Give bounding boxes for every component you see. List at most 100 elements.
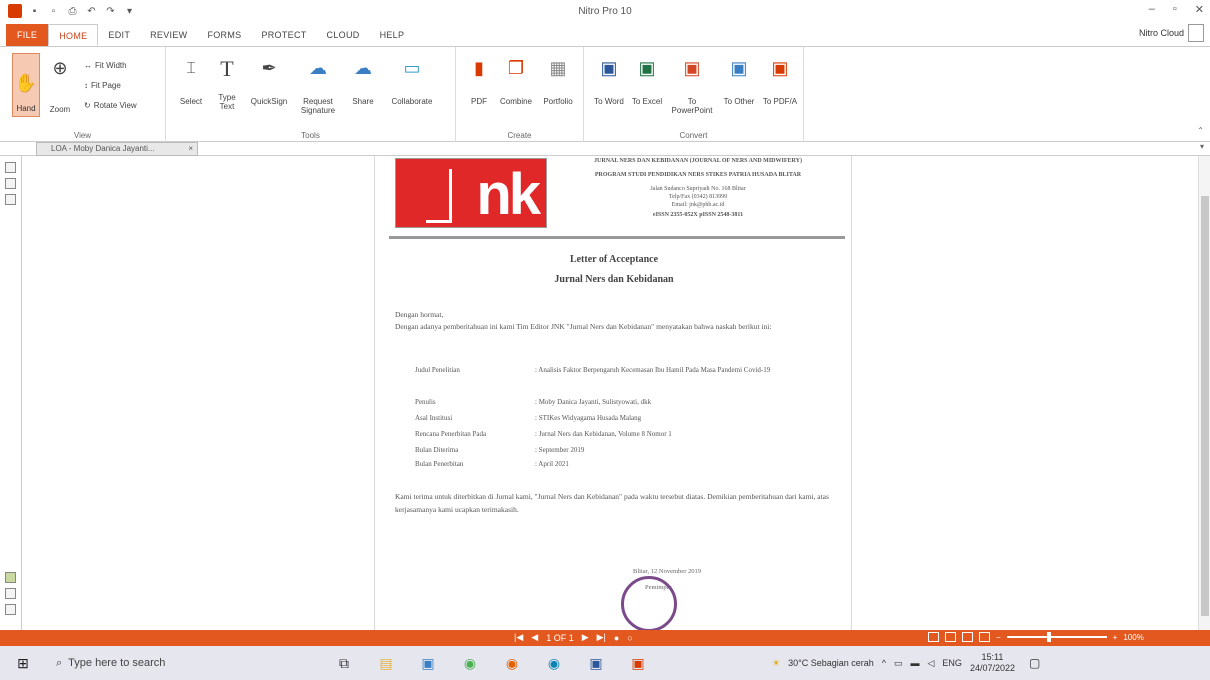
tab-edit[interactable]: EDIT	[98, 24, 140, 46]
tab-menu-icon[interactable]: ▾	[1200, 142, 1204, 151]
tab-cloud[interactable]: CLOUD	[317, 24, 370, 46]
scrollbar-thumb[interactable]	[1201, 196, 1209, 616]
ribbon: ✋ Hand ⊕ Zoom ↔ Fit Width ↕ Fit Page ↻ Rota…	[0, 46, 1210, 143]
weather-icon[interactable]: ☀	[772, 658, 780, 669]
prev-page-icon[interactable]: ◀	[531, 632, 538, 643]
header-rule	[389, 236, 845, 239]
hand-icon: ✋	[14, 73, 38, 93]
clock[interactable]: 15:11 24/07/2022	[970, 652, 1015, 674]
zoom-in-icon[interactable]: +	[1113, 633, 1118, 642]
journal-title: Jurnal Ners dan Kebidanan	[554, 274, 674, 285]
attachments-panel-icon[interactable]	[5, 194, 16, 205]
file-explorer-icon[interactable]: ▤	[372, 649, 400, 677]
firefox-icon[interactable]: ◉	[498, 649, 526, 677]
type-text-button[interactable]: T Type Text	[212, 55, 242, 111]
tab-help[interactable]: HELP	[370, 24, 415, 46]
battery-icon[interactable]: ▬	[911, 658, 920, 668]
store-icon[interactable]: ▣	[414, 649, 442, 677]
other-format-icon: ▣	[730, 57, 748, 78]
combine-button[interactable]: ❐ Combine	[498, 55, 534, 107]
continuous-view-icon[interactable]	[945, 632, 956, 642]
search-box[interactable]: ⌕ Type here to search	[48, 649, 288, 677]
chrome-icon[interactable]: ◉	[456, 649, 484, 677]
print-icon[interactable]: ⎙	[66, 5, 79, 18]
start-button[interactable]: ⊞	[8, 646, 38, 680]
collapse-ribbon-icon[interactable]: ⌃	[1197, 126, 1204, 135]
tab-protect[interactable]: PROTECT	[251, 24, 316, 46]
header-line: PROGRAM STUDI PENDIDIKAN NERS STIKES PAT…	[594, 172, 802, 178]
facing-view-icon[interactable]	[962, 632, 973, 642]
windows-icon: ⊞	[17, 654, 29, 671]
undo-icon[interactable]: ↶	[85, 5, 98, 18]
zoom-controls: − + 100%	[928, 632, 1144, 642]
select-button[interactable]: ⌶ Select	[176, 55, 206, 106]
vertical-scrollbar[interactable]	[1198, 156, 1210, 630]
avatar[interactable]	[1188, 24, 1204, 42]
header-line: Jalan Sudanco Supriyadi No. 168 Blitar	[650, 186, 746, 192]
close-icon[interactable]: ✕	[1195, 3, 1204, 16]
to-pdfa-button[interactable]: ▣ To PDF/A	[760, 55, 800, 107]
collaborate-button[interactable]: ▭ Collaborate	[384, 55, 440, 107]
single-page-view-icon[interactable]	[928, 632, 939, 642]
to-word-button[interactable]: ▣ To Word	[592, 55, 626, 107]
group-convert: ▣ To Word ▣ To Excel ▣ To PowerPoint ▣ T…	[584, 47, 804, 143]
tab-review[interactable]: REVIEW	[140, 24, 197, 46]
customize-icon[interactable]: ▾	[123, 5, 136, 18]
tab-forms[interactable]: FORMS	[197, 24, 251, 46]
pages-panel-icon[interactable]	[5, 162, 16, 173]
left-panel-strip	[0, 156, 22, 630]
zoom-slider[interactable]	[1006, 632, 1107, 642]
portfolio-button[interactable]: ▦ Portfolio	[538, 55, 578, 107]
word-app-icon[interactable]: ▣	[582, 649, 610, 677]
lang-indicator[interactable]: ENG	[942, 658, 962, 668]
document-workspace[interactable]: nk JURNAL NERS DAN KEBIDANAN (JOURNAL OF…	[22, 156, 1198, 632]
bookmarks-panel-icon[interactable]	[5, 178, 16, 189]
nitro-app-icon[interactable]: ▣	[624, 649, 652, 677]
hand-button[interactable]: ✋ Hand	[12, 53, 40, 117]
rotate-view-button[interactable]: ↻ Rotate View	[84, 101, 137, 110]
restore-icon[interactable]: ▫	[1173, 3, 1177, 16]
user-account[interactable]: Nitro Cloud	[1139, 24, 1204, 42]
close-tab-icon[interactable]: ×	[188, 143, 193, 155]
app-icon[interactable]	[8, 4, 22, 18]
fit-view-icon[interactable]	[979, 632, 990, 642]
zoom-button[interactable]: ⊕ Zoom	[48, 55, 72, 115]
fit-width-button[interactable]: ↔ Fit Width	[84, 61, 127, 70]
rotate-icon: ↻	[84, 101, 91, 110]
next-page-icon[interactable]: ▶	[582, 632, 589, 643]
edge-icon[interactable]: ◉	[540, 649, 568, 677]
save-icon[interactable]: ▪	[28, 5, 41, 18]
volume-icon[interactable]: ◁	[928, 658, 935, 669]
notification-icon[interactable]: ▢	[1029, 656, 1040, 670]
to-excel-button[interactable]: ▣ To Excel	[630, 55, 664, 107]
output-panel-icon[interactable]	[5, 604, 16, 615]
redo-icon[interactable]: ↷	[104, 5, 117, 18]
create-pdf-button[interactable]: ▮ PDF	[464, 55, 494, 107]
tab-home[interactable]: HOME	[48, 24, 99, 46]
to-powerpoint-button[interactable]: ▣ To PowerPoint	[668, 55, 716, 116]
quicksign-button[interactable]: ✒ QuickSign	[248, 55, 290, 107]
tray-chevron-icon[interactable]: ^	[882, 658, 886, 668]
to-other-button[interactable]: ▣ To Other	[720, 55, 758, 107]
comments-panel-icon[interactable]	[5, 572, 16, 583]
signatures-panel-icon[interactable]	[5, 588, 16, 599]
tab-file[interactable]: FILE	[6, 24, 49, 46]
task-view-icon[interactable]: ⧉	[330, 649, 358, 677]
document-tab[interactable]: LOA - Moby Danica Jayanti... ×	[36, 142, 198, 156]
network-icon[interactable]: ▭	[894, 658, 903, 669]
play-icon[interactable]: ●	[614, 633, 619, 643]
request-signature-button[interactable]: ☁ Request Signature	[296, 55, 340, 116]
weather-text[interactable]: 30°C Sebagian cerah	[788, 658, 874, 668]
share-button[interactable]: ☁ Share	[346, 55, 380, 107]
minimize-icon[interactable]: –	[1149, 3, 1155, 16]
stop-icon[interactable]: ○	[627, 633, 632, 643]
open-icon[interactable]: ▫	[47, 5, 60, 18]
last-page-icon[interactable]: ▶|	[597, 632, 606, 643]
first-page-icon[interactable]: |◀	[514, 632, 523, 643]
page-indicator[interactable]: 1 OF 1	[546, 633, 574, 643]
zoom-out-icon[interactable]: −	[996, 633, 1001, 642]
fit-page-button[interactable]: ↕ Fit Page	[84, 81, 121, 90]
zoom-level[interactable]: 100%	[1123, 633, 1143, 642]
intro-paragraph: Dengan adanya pemberitahuan ini kami Tim…	[395, 322, 772, 331]
group-create: ▮ PDF ❐ Combine ▦ Portfolio Create	[456, 47, 584, 143]
